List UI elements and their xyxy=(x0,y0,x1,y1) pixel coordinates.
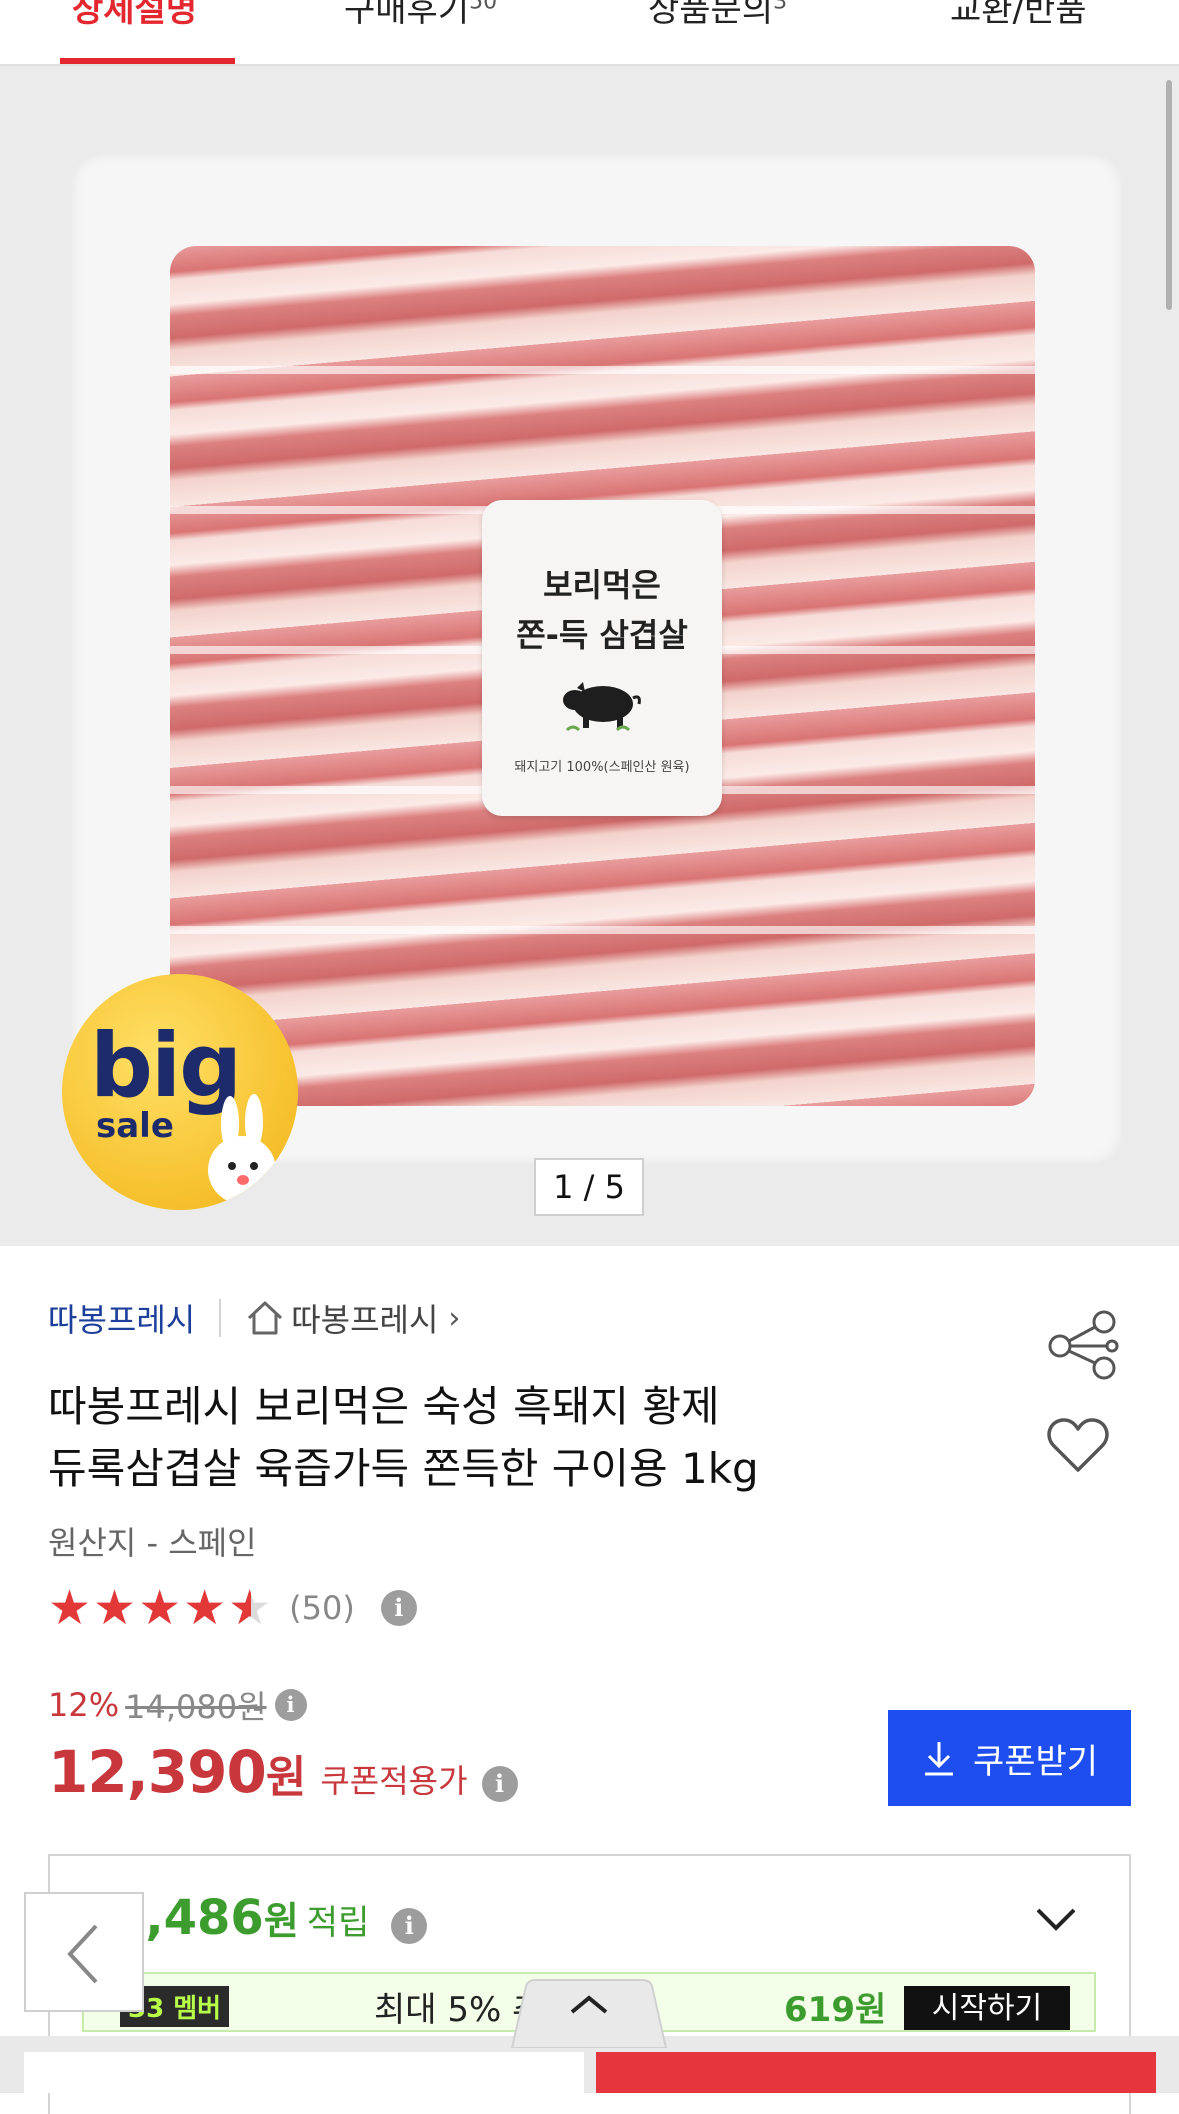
points-label: 적립 xyxy=(306,1903,370,1943)
info-icon[interactable]: i xyxy=(391,1908,428,1944)
tab-inquiries-label: 상품문의 xyxy=(648,0,774,30)
active-tab-indicator xyxy=(60,58,235,64)
chevron-up-icon[interactable] xyxy=(496,1978,682,2048)
store-home-link[interactable]: 따봉프레시 xyxy=(291,1295,438,1341)
product-title-line1: 따봉프레시 보리먹은 숙성 흑돼지 황제 xyxy=(48,1382,720,1431)
tab-reviews-label: 구매후기 xyxy=(344,0,470,30)
tab-description[interactable]: 상세설명 xyxy=(72,0,197,31)
store-name-link[interactable]: 따봉프레시 xyxy=(48,1295,195,1341)
tab-inquiries-count: 3 xyxy=(773,0,788,15)
sale-price-unit: 원 xyxy=(265,1752,307,1803)
tab-reviews-count: 50 xyxy=(469,0,498,15)
page-scrollbar[interactable] xyxy=(1166,80,1172,310)
discount-row: 12% 14,080원 i xyxy=(48,1682,307,1728)
promo-amount: 619원 xyxy=(784,1990,887,2030)
info-icon[interactable]: i xyxy=(481,1766,518,1802)
review-count: (50) xyxy=(289,1589,355,1627)
badge-sale-text: sale xyxy=(96,1106,174,1146)
share-icon[interactable] xyxy=(1046,1310,1126,1380)
buy-button[interactable] xyxy=(596,2052,1156,2093)
star-rating: ★★★★★★ xyxy=(48,1580,274,1636)
store-row: 따봉프레시 따봉프레시 › xyxy=(48,1296,460,1340)
label-line1: 보리먹은 xyxy=(543,566,661,604)
chevron-left-icon xyxy=(67,1924,98,1984)
original-price: 14,080원 xyxy=(125,1688,267,1726)
price-row: 12,390 원 쿠폰적용가 i xyxy=(48,1738,518,1806)
tab-inquiries[interactable]: 상품문의3 xyxy=(648,0,787,31)
promo-start-button[interactable]: 시작하기 xyxy=(904,1986,1070,2030)
product-title: 따봉프레시 보리먹은 숙성 흑돼지 황제 듀록삼겹살 육즙가득 쫀득한 구이용 … xyxy=(48,1376,878,1500)
download-icon xyxy=(924,1742,953,1776)
product-origin: 원산지 - 스페인 xyxy=(48,1524,257,1562)
bunny-icon xyxy=(208,1094,276,1204)
tab-exchange-return[interactable]: 교환/반품 xyxy=(950,0,1087,31)
tab-reviews[interactable]: 구매후기50 xyxy=(344,0,497,31)
points-unit: 원 xyxy=(263,1899,299,1943)
tab-description-label: 상세설명 xyxy=(72,0,198,30)
info-icon[interactable]: i xyxy=(274,1689,307,1721)
rating-row[interactable]: ★★★★★★ (50) i xyxy=(48,1580,417,1636)
get-coupon-button[interactable]: 쿠폰받기 xyxy=(888,1710,1131,1806)
sale-price: 12,390 xyxy=(48,1738,267,1806)
coupon-applied-label: 쿠폰적용가 xyxy=(320,1762,468,1800)
big-sale-badge: big sale xyxy=(62,974,298,1210)
back-button[interactable] xyxy=(24,1892,144,2012)
pig-icon xyxy=(563,682,641,732)
home-icon xyxy=(248,1301,283,1335)
chevron-right-icon: › xyxy=(448,1300,461,1336)
label-foot: 돼지고기 100%(스페인산 원육) xyxy=(514,760,690,775)
get-coupon-label: 쿠폰받기 xyxy=(972,1742,1099,1781)
tab-exchange-return-label: 교환/반품 xyxy=(950,0,1087,30)
image-counter: 1 / 5 xyxy=(534,1158,644,1216)
cart-button[interactable] xyxy=(24,2052,584,2093)
divider xyxy=(219,1299,222,1337)
chevron-down-icon[interactable] xyxy=(1032,1904,1080,1934)
product-image-carousel[interactable]: 보리먹은 쫀-득 삼겹살 돼지고기 100%(스페인산 원육) big sale… xyxy=(0,66,1179,1246)
points-row[interactable]: 1,486 원 적립 i xyxy=(112,1890,428,1946)
label-line2: 쫀-득 삼겹살 xyxy=(516,616,688,654)
detail-tab-bar: 상세설명 구매후기50 상품문의3 교환/반품 xyxy=(0,0,1179,66)
info-icon[interactable]: i xyxy=(380,1590,417,1626)
product-label-card: 보리먹은 쫀-득 삼겹살 돼지고기 100%(스페인산 원육) xyxy=(482,500,722,816)
product-title-line2: 듀록삼겹살 육즙가득 쫀득한 구이용 1kg xyxy=(48,1444,759,1493)
heart-icon[interactable] xyxy=(1046,1416,1110,1474)
discount-percent: 12% xyxy=(48,1686,120,1724)
